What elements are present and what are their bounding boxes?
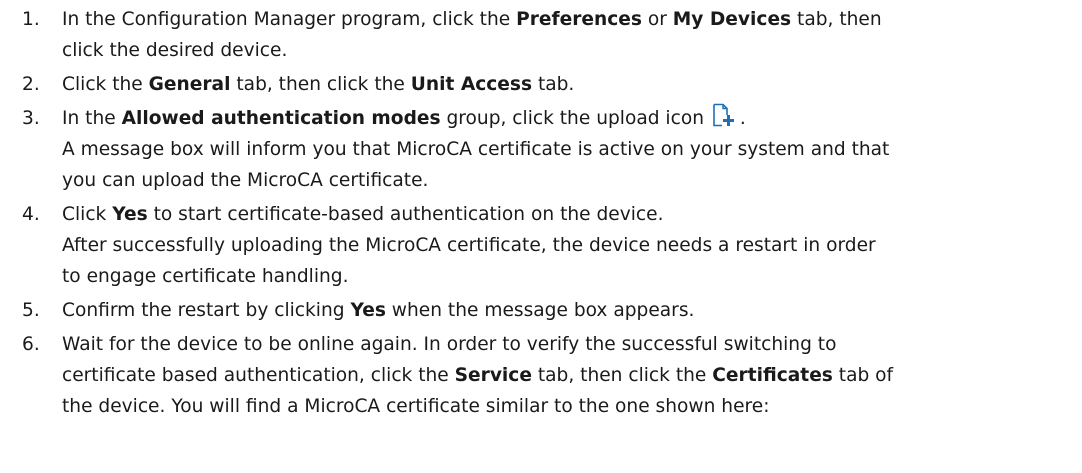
step-text: tab. [532, 74, 575, 95]
ui-term: Certificates [712, 365, 833, 386]
ui-term: Unit Access [410, 74, 533, 95]
ui-term: Yes [350, 300, 386, 321]
step-number: 6. [22, 334, 40, 355]
step-text-line: you can upload the MicroCA certificate. [62, 165, 1072, 196]
step-text: In the [62, 108, 122, 129]
step-text-line: Wait for the device to be online again. … [62, 329, 1072, 360]
step-text: In the Configuration Manager program, cl… [62, 9, 517, 30]
list-item: 1. In the Configuration Manager program, … [0, 4, 1082, 66]
step-text-line: to engage certificate handling. [62, 261, 1072, 292]
step-text: tab, then click the [531, 365, 713, 386]
step-text: . [739, 108, 746, 129]
step-text-line: A message box will inform you that Micro… [62, 134, 1072, 165]
step-number: 4. [22, 204, 40, 225]
step-number: 3. [22, 108, 40, 129]
ui-term: Service [454, 365, 532, 386]
ui-term: Allowed authentication modes [121, 108, 441, 129]
step-text-line: Click the General tab, then click the Un… [62, 69, 1072, 100]
list-item: 4. Click Yes to start certificate-based a… [0, 199, 1082, 292]
step-text: Confirm the restart by clicking [62, 300, 351, 321]
step-text-line: certificate based authentication, click … [62, 360, 1072, 391]
step-number: 1. [22, 9, 40, 30]
ui-term: Preferences [516, 9, 642, 30]
step-text: to engage certificate handling. [62, 266, 349, 287]
step-text: certificate based authentication, click … [62, 365, 455, 386]
step-text: Wait for the device to be online again. … [62, 334, 837, 355]
step-text: you can upload the MicroCA certificate. [62, 170, 429, 191]
list-item: 6. Wait for the device to be online again… [0, 329, 1082, 422]
list-item: 3. In the Allowed authentication modes gr… [0, 103, 1082, 196]
step-text-line: In the Configuration Manager program, cl… [62, 4, 1072, 35]
ui-term: Yes [112, 204, 148, 225]
list-item: 5. Confirm the restart by clicking Yes wh… [0, 295, 1082, 326]
step-text: or [641, 9, 673, 30]
instruction-steps: 1. In the Configuration Manager program, … [0, 0, 1082, 422]
step-text-line: click the desired device. [62, 35, 1072, 66]
step-text: group, click the upload icon [440, 108, 710, 129]
step-text: tab, then [791, 9, 882, 30]
step-text: Click [62, 204, 113, 225]
step-text: After successfully uploading the MicroCA… [62, 235, 876, 256]
step-text-line: After successfully uploading the MicroCA… [62, 230, 1072, 261]
step-text: when the message box appears. [385, 300, 695, 321]
step-text: to start certificate-based authenticatio… [147, 204, 664, 225]
ui-term: General [148, 74, 231, 95]
step-text: A message box will inform you that Micro… [62, 139, 890, 160]
ui-term: My Devices [672, 9, 792, 30]
step-number: 2. [22, 74, 40, 95]
list-item: 2. Click the General tab, then click the … [0, 69, 1082, 100]
step-text-line: Click Yes to start certificate-based aut… [62, 199, 1072, 230]
step-text: Click the [62, 74, 149, 95]
step-text: the device. You will find a MicroCA cert… [62, 396, 770, 417]
step-number: 5. [22, 300, 40, 321]
step-text: tab of [832, 365, 894, 386]
step-text-line: In the Allowed authentication modes grou… [62, 103, 1072, 134]
step-text: click the desired device. [62, 40, 288, 61]
upload-icon [712, 103, 734, 127]
step-text-line: the device. You will find a MicroCA cert… [62, 391, 1072, 422]
step-text-line: Confirm the restart by clicking Yes when… [62, 295, 1072, 326]
step-text: tab, then click the [230, 74, 411, 95]
